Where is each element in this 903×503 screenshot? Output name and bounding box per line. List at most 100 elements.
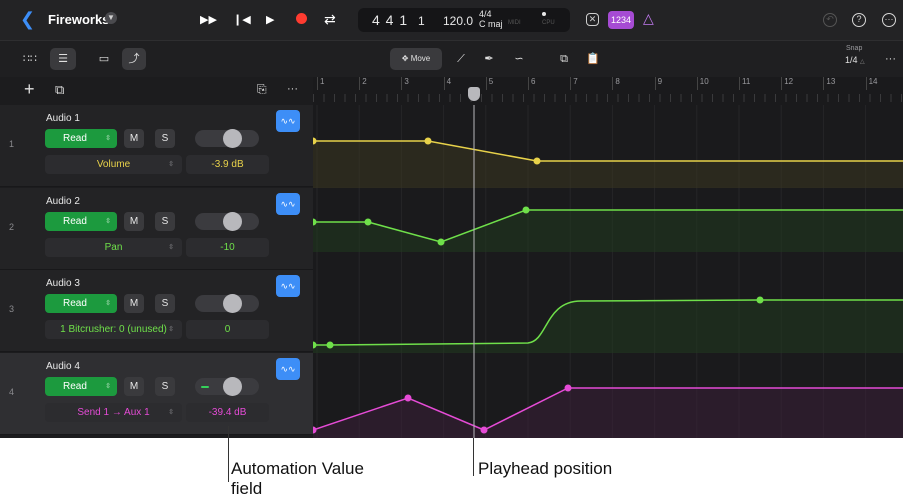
copy-icon[interactable]: ⧉ — [555, 48, 573, 70]
automation-node[interactable] — [364, 218, 372, 226]
track-name[interactable]: Audio 1 — [46, 113, 80, 124]
solo-button[interactable]: S — [155, 377, 175, 396]
automation-mode-button[interactable]: Read ⇳ — [45, 212, 117, 231]
move-tool-button[interactable]: ✥ Move — [390, 48, 442, 70]
undo-icon[interactable]: ↶ — [823, 13, 837, 27]
lcd-position-tick: 1 — [418, 14, 425, 28]
bar-ruler[interactable]: 1 2 3 4 5 6 7 8 9 10 11 12 13 14 — [313, 77, 903, 105]
automation-parameter-menu[interactable]: Send 1 → Aux 1 ⇳ — [45, 403, 182, 422]
slider-knob[interactable] — [223, 212, 242, 231]
automation-node[interactable] — [756, 296, 764, 304]
solo-button[interactable]: S — [155, 129, 175, 148]
grid-view-icon[interactable]: ∷∷ — [18, 48, 42, 70]
automation-value-field[interactable]: 0 — [186, 320, 269, 339]
automation-mode-button[interactable]: Read ⇳ — [45, 129, 117, 148]
move-label: Move — [410, 54, 431, 63]
toolbar-more-icon[interactable]: ··· — [885, 53, 896, 65]
waveform-icon[interactable]: ∿∿ — [276, 193, 300, 215]
volume-slider[interactable] — [195, 212, 259, 231]
track-header[interactable]: 1 Audio 1 Read ⇳ M S ∿∿ Volume ⇳ -3.9 dB — [0, 105, 313, 187]
automation-node[interactable] — [522, 206, 530, 214]
track-name[interactable]: Audio 2 — [46, 196, 80, 207]
lcd-tempo: 120.0 — [443, 14, 474, 28]
automation-parameter-menu[interactable]: Pan ⇳ — [45, 238, 182, 257]
project-title[interactable]: Fireworks — [48, 12, 109, 27]
ruler-bar-number: 4 — [443, 77, 451, 90]
automation-view-icon[interactable]: ⤴ — [122, 48, 146, 70]
slider-knob[interactable] — [223, 294, 242, 313]
metronome-icon[interactable]: △ — [643, 10, 654, 27]
track-header-more-icon[interactable]: ··· — [287, 83, 298, 95]
curve-tool-icon[interactable]: ∽ — [510, 48, 528, 70]
automation-node[interactable] — [564, 384, 572, 392]
waveform-icon[interactable]: ∿∿ — [276, 275, 300, 297]
automation-value-field[interactable]: -3.9 dB — [186, 155, 269, 174]
chevron-left-icon[interactable]: ❮ — [20, 9, 35, 29]
chevron-down-icon[interactable]: ▼ — [105, 12, 117, 24]
waveform-icon[interactable]: ∿∿ — [276, 110, 300, 132]
mute-button[interactable]: M — [124, 294, 144, 313]
automation-area[interactable] — [313, 105, 903, 438]
ruler-bar-number: 8 — [612, 77, 620, 90]
ruler-bar-number: 10 — [696, 77, 709, 90]
automation-mode-label: Read — [63, 216, 87, 227]
solo-button[interactable]: S — [155, 212, 175, 231]
automation-node[interactable] — [480, 426, 488, 434]
lcd-cpu-label: CPU — [542, 20, 555, 26]
callout-automation-value-line1: Automation Value — [231, 459, 364, 478]
automation-parameter-menu[interactable]: 1 Bitcrusher: 0 (unused) ⇳ — [45, 320, 182, 339]
automation-mode-button[interactable]: Read ⇳ — [45, 377, 117, 396]
automation-node[interactable] — [404, 394, 412, 402]
automation-node[interactable] — [424, 137, 432, 145]
mute-button[interactable]: M — [124, 212, 144, 231]
tracks-view-icon[interactable]: ☰ — [50, 48, 76, 70]
inbox-icon[interactable]: ⎘ — [257, 82, 267, 97]
ruler-bar-number: 2 — [359, 77, 367, 90]
slider-knob[interactable] — [223, 377, 242, 396]
automation-parameter-menu[interactable]: Volume ⇳ — [45, 155, 182, 174]
track-header[interactable]: 2 Audio 2 Read ⇳ M S ∿∿ Pan ⇳ -10 — [0, 188, 313, 270]
snap-label: Snap — [846, 45, 863, 52]
mute-button[interactable]: M — [124, 377, 144, 396]
snap-value[interactable]: 1/4 △ — [845, 55, 865, 65]
automation-node[interactable] — [437, 238, 445, 246]
automation-value-field[interactable]: -39.4 dB — [186, 403, 269, 422]
callout-automation-value-line2: field — [231, 479, 263, 498]
close-box-icon[interactable]: ✕ — [586, 13, 599, 26]
track-header[interactable]: 3 Audio 3 Read ⇳ M S ∿∿ 1 Bitcrusher: 0 (unused… — [0, 270, 313, 352]
help-icon[interactable]: ? — [852, 13, 866, 27]
volume-slider[interactable] — [195, 294, 259, 313]
solo-button[interactable]: S — [155, 294, 175, 313]
volume-slider[interactable] — [195, 377, 259, 396]
automation-node[interactable] — [533, 157, 541, 165]
track-header-row: + ⧉ ⎘ ··· — [0, 77, 313, 105]
cycle-icon[interactable]: ⇄ — [324, 11, 336, 27]
volume-slider[interactable] — [195, 129, 259, 148]
playhead-handle[interactable] — [468, 87, 480, 101]
fast-forward-icon[interactable]: ▶▶ — [200, 12, 217, 28]
go-to-start-icon[interactable]: ❙◀ — [233, 12, 251, 28]
duplicate-track-icon[interactable]: ⧉ — [55, 82, 64, 98]
mute-button[interactable]: M — [124, 129, 144, 148]
up-down-icon: ⇳ — [105, 218, 111, 225]
add-track-icon[interactable]: + — [24, 79, 35, 100]
region-view-icon[interactable]: ▭ — [92, 48, 116, 70]
up-down-icon: ⇳ — [105, 300, 111, 307]
slider-knob[interactable] — [223, 129, 242, 148]
lcd-display[interactable]: 4 4 1 1 120.0 4/4 C maj MIDI CPU — [358, 8, 570, 32]
count-in-button[interactable]: 1234 — [608, 11, 634, 29]
ruler-bar-number: 13 — [823, 77, 835, 90]
track-name[interactable]: Audio 3 — [46, 278, 80, 289]
automation-value-field[interactable]: -10 — [186, 238, 269, 257]
brush-tool-icon[interactable]: ✒ — [480, 48, 498, 70]
automation-mode-button[interactable]: Read ⇳ — [45, 294, 117, 313]
waveform-icon[interactable]: ∿∿ — [276, 358, 300, 380]
track-name[interactable]: Audio 4 — [46, 361, 80, 372]
record-icon[interactable] — [296, 13, 307, 24]
automation-node[interactable] — [326, 341, 334, 349]
track-header[interactable]: 4 Audio 4 Read ⇳ M S ∿∿ Send 1 → Aux 1 ⇳ -39.4 dB — [0, 353, 313, 435]
play-icon[interactable]: ▶ — [266, 12, 274, 28]
line-tool-icon[interactable]: ⟋ — [452, 48, 470, 70]
more-options-icon[interactable]: ··· — [882, 13, 896, 27]
paste-icon[interactable]: 📋 — [584, 48, 602, 70]
